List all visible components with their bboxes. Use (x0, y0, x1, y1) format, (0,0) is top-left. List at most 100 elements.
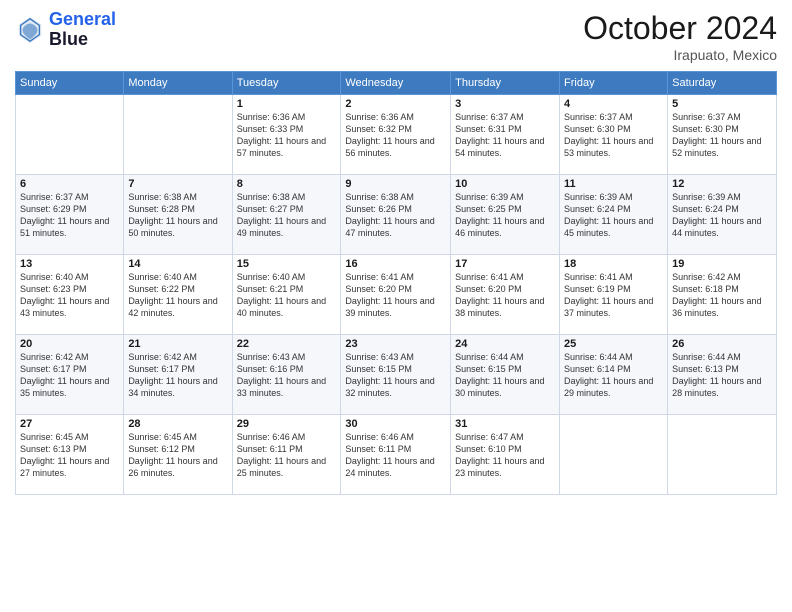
calendar-cell: 13Sunrise: 6:40 AM Sunset: 6:23 PM Dayli… (16, 255, 124, 335)
day-info: Sunrise: 6:38 AM Sunset: 6:26 PM Dayligh… (345, 191, 446, 240)
day-number: 6 (20, 178, 119, 190)
day-number: 5 (672, 98, 772, 110)
day-info: Sunrise: 6:37 AM Sunset: 6:30 PM Dayligh… (672, 111, 772, 160)
calendar-cell: 27Sunrise: 6:45 AM Sunset: 6:13 PM Dayli… (16, 415, 124, 495)
day-info: Sunrise: 6:37 AM Sunset: 6:31 PM Dayligh… (455, 111, 555, 160)
day-info: Sunrise: 6:43 AM Sunset: 6:16 PM Dayligh… (237, 351, 337, 400)
day-info: Sunrise: 6:41 AM Sunset: 6:20 PM Dayligh… (345, 271, 446, 320)
day-info: Sunrise: 6:46 AM Sunset: 6:11 PM Dayligh… (345, 431, 446, 480)
calendar-cell: 16Sunrise: 6:41 AM Sunset: 6:20 PM Dayli… (341, 255, 451, 335)
day-number: 10 (455, 178, 555, 190)
day-info: Sunrise: 6:37 AM Sunset: 6:30 PM Dayligh… (564, 111, 663, 160)
day-info: Sunrise: 6:45 AM Sunset: 6:12 PM Dayligh… (128, 431, 227, 480)
day-info: Sunrise: 6:44 AM Sunset: 6:15 PM Dayligh… (455, 351, 555, 400)
calendar-header-cell: Wednesday (341, 72, 451, 95)
calendar-cell: 26Sunrise: 6:44 AM Sunset: 6:13 PM Dayli… (668, 335, 777, 415)
calendar-cell: 19Sunrise: 6:42 AM Sunset: 6:18 PM Dayli… (668, 255, 777, 335)
day-number: 26 (672, 338, 772, 350)
calendar-header-cell: Friday (560, 72, 668, 95)
day-info: Sunrise: 6:39 AM Sunset: 6:24 PM Dayligh… (564, 191, 663, 240)
location: Irapuato, Mexico (583, 47, 777, 63)
calendar-cell: 11Sunrise: 6:39 AM Sunset: 6:24 PM Dayli… (560, 175, 668, 255)
calendar-cell: 30Sunrise: 6:46 AM Sunset: 6:11 PM Dayli… (341, 415, 451, 495)
calendar-week-row: 1Sunrise: 6:36 AM Sunset: 6:33 PM Daylig… (16, 95, 777, 175)
day-info: Sunrise: 6:47 AM Sunset: 6:10 PM Dayligh… (455, 431, 555, 480)
day-info: Sunrise: 6:36 AM Sunset: 6:33 PM Dayligh… (237, 111, 337, 160)
day-number: 7 (128, 178, 227, 190)
calendar-cell: 2Sunrise: 6:36 AM Sunset: 6:32 PM Daylig… (341, 95, 451, 175)
day-info: Sunrise: 6:36 AM Sunset: 6:32 PM Dayligh… (345, 111, 446, 160)
calendar-header-cell: Sunday (16, 72, 124, 95)
day-number: 9 (345, 178, 446, 190)
day-number: 28 (128, 418, 227, 430)
day-number: 24 (455, 338, 555, 350)
calendar-header-cell: Tuesday (232, 72, 341, 95)
calendar-cell (16, 95, 124, 175)
calendar-cell: 28Sunrise: 6:45 AM Sunset: 6:12 PM Dayli… (124, 415, 232, 495)
calendar-cell: 14Sunrise: 6:40 AM Sunset: 6:22 PM Dayli… (124, 255, 232, 335)
day-info: Sunrise: 6:40 AM Sunset: 6:21 PM Dayligh… (237, 271, 337, 320)
title-block: October 2024 Irapuato, Mexico (583, 10, 777, 63)
calendar-cell: 7Sunrise: 6:38 AM Sunset: 6:28 PM Daylig… (124, 175, 232, 255)
day-info: Sunrise: 6:44 AM Sunset: 6:14 PM Dayligh… (564, 351, 663, 400)
day-info: Sunrise: 6:38 AM Sunset: 6:28 PM Dayligh… (128, 191, 227, 240)
calendar-cell: 8Sunrise: 6:38 AM Sunset: 6:27 PM Daylig… (232, 175, 341, 255)
calendar-cell: 9Sunrise: 6:38 AM Sunset: 6:26 PM Daylig… (341, 175, 451, 255)
day-info: Sunrise: 6:46 AM Sunset: 6:11 PM Dayligh… (237, 431, 337, 480)
day-info: Sunrise: 6:44 AM Sunset: 6:13 PM Dayligh… (672, 351, 772, 400)
day-number: 15 (237, 258, 337, 270)
calendar-cell (560, 415, 668, 495)
day-number: 17 (455, 258, 555, 270)
calendar-week-row: 20Sunrise: 6:42 AM Sunset: 6:17 PM Dayli… (16, 335, 777, 415)
calendar-cell: 6Sunrise: 6:37 AM Sunset: 6:29 PM Daylig… (16, 175, 124, 255)
day-number: 21 (128, 338, 227, 350)
day-info: Sunrise: 6:39 AM Sunset: 6:24 PM Dayligh… (672, 191, 772, 240)
calendar-cell: 20Sunrise: 6:42 AM Sunset: 6:17 PM Dayli… (16, 335, 124, 415)
day-info: Sunrise: 6:40 AM Sunset: 6:22 PM Dayligh… (128, 271, 227, 320)
calendar-week-row: 6Sunrise: 6:37 AM Sunset: 6:29 PM Daylig… (16, 175, 777, 255)
calendar: SundayMondayTuesdayWednesdayThursdayFrid… (15, 71, 777, 495)
calendar-cell: 18Sunrise: 6:41 AM Sunset: 6:19 PM Dayli… (560, 255, 668, 335)
day-number: 30 (345, 418, 446, 430)
day-info: Sunrise: 6:42 AM Sunset: 6:17 PM Dayligh… (20, 351, 119, 400)
calendar-cell: 10Sunrise: 6:39 AM Sunset: 6:25 PM Dayli… (451, 175, 560, 255)
calendar-cell (668, 415, 777, 495)
day-info: Sunrise: 6:41 AM Sunset: 6:20 PM Dayligh… (455, 271, 555, 320)
day-number: 25 (564, 338, 663, 350)
day-number: 12 (672, 178, 772, 190)
day-number: 31 (455, 418, 555, 430)
calendar-cell: 29Sunrise: 6:46 AM Sunset: 6:11 PM Dayli… (232, 415, 341, 495)
calendar-cell: 25Sunrise: 6:44 AM Sunset: 6:14 PM Dayli… (560, 335, 668, 415)
calendar-cell: 22Sunrise: 6:43 AM Sunset: 6:16 PM Dayli… (232, 335, 341, 415)
calendar-week-row: 27Sunrise: 6:45 AM Sunset: 6:13 PM Dayli… (16, 415, 777, 495)
day-info: Sunrise: 6:39 AM Sunset: 6:25 PM Dayligh… (455, 191, 555, 240)
calendar-cell (124, 95, 232, 175)
logo-icon (15, 15, 45, 45)
calendar-cell: 5Sunrise: 6:37 AM Sunset: 6:30 PM Daylig… (668, 95, 777, 175)
day-number: 18 (564, 258, 663, 270)
day-number: 20 (20, 338, 119, 350)
day-info: Sunrise: 6:45 AM Sunset: 6:13 PM Dayligh… (20, 431, 119, 480)
day-number: 27 (20, 418, 119, 430)
calendar-header-cell: Thursday (451, 72, 560, 95)
day-info: Sunrise: 6:37 AM Sunset: 6:29 PM Dayligh… (20, 191, 119, 240)
day-number: 14 (128, 258, 227, 270)
calendar-cell: 23Sunrise: 6:43 AM Sunset: 6:15 PM Dayli… (341, 335, 451, 415)
calendar-cell: 3Sunrise: 6:37 AM Sunset: 6:31 PM Daylig… (451, 95, 560, 175)
day-info: Sunrise: 6:43 AM Sunset: 6:15 PM Dayligh… (345, 351, 446, 400)
day-info: Sunrise: 6:42 AM Sunset: 6:17 PM Dayligh… (128, 351, 227, 400)
day-info: Sunrise: 6:40 AM Sunset: 6:23 PM Dayligh… (20, 271, 119, 320)
logo: General Blue (15, 10, 116, 50)
day-number: 19 (672, 258, 772, 270)
calendar-cell: 15Sunrise: 6:40 AM Sunset: 6:21 PM Dayli… (232, 255, 341, 335)
day-number: 13 (20, 258, 119, 270)
page-header: General Blue October 2024 Irapuato, Mexi… (15, 10, 777, 63)
day-number: 29 (237, 418, 337, 430)
day-info: Sunrise: 6:42 AM Sunset: 6:18 PM Dayligh… (672, 271, 772, 320)
day-number: 2 (345, 98, 446, 110)
calendar-cell: 21Sunrise: 6:42 AM Sunset: 6:17 PM Dayli… (124, 335, 232, 415)
day-number: 11 (564, 178, 663, 190)
calendar-cell: 12Sunrise: 6:39 AM Sunset: 6:24 PM Dayli… (668, 175, 777, 255)
calendar-cell: 1Sunrise: 6:36 AM Sunset: 6:33 PM Daylig… (232, 95, 341, 175)
day-info: Sunrise: 6:41 AM Sunset: 6:19 PM Dayligh… (564, 271, 663, 320)
